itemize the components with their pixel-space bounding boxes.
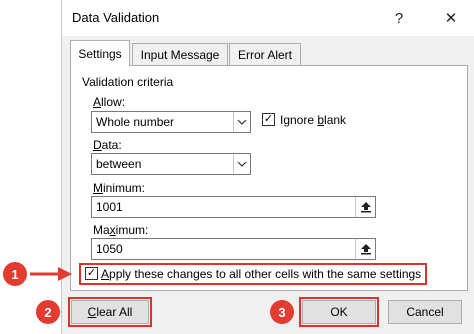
data-label: Data: [93,138,122,152]
apply-all-checkbox[interactable]: ✓ [85,267,98,280]
chevron-down-icon [237,119,247,125]
apply-all-label: Apply these changes to all other cells w… [101,267,422,281]
ignore-blank-checkbox[interactable]: ✓ [262,113,275,126]
maximum-label: Maximum: [93,223,149,237]
callout-badge-1: 1 [3,262,27,286]
tab-input-message[interactable]: Input Message [132,43,228,65]
range-select-icon [360,202,371,213]
check-icon: ✓ [263,113,274,125]
help-button[interactable]: ? [384,4,414,32]
allow-select-value: Whole number [96,115,175,129]
chevron-down-icon [237,161,247,167]
callout-badge-3: 3 [270,300,294,324]
minimum-collapse-button[interactable] [355,197,375,217]
data-select-value: between [96,157,142,171]
tab-error-alert-label: Error Alert [237,47,292,62]
arrow-right-icon [30,267,72,281]
settings-panel: Validation criteria Allow: Whole number … [70,65,468,291]
close-button[interactable]: ✕ [436,4,466,32]
maximum-collapse-button[interactable] [355,239,375,259]
allow-label: Allow: [93,95,126,109]
validation-criteria-heading: Validation criteria [82,75,174,89]
ignore-blank-label: Ignore blank [280,113,347,127]
clear-all-highlight [68,297,152,327]
allow-select[interactable]: Whole number [91,111,251,133]
help-icon: ? [394,9,404,27]
maximum-value: 1050 [96,242,123,256]
tab-error-alert[interactable]: Error Alert [229,43,301,65]
allow-dropdown-button[interactable] [233,112,250,132]
minimum-input[interactable]: 1001 [91,196,376,218]
title-bar: Data Validation ? ✕ [62,0,474,36]
data-validation-dialog: Data Validation ? ✕ Settings Input Messa… [62,0,474,334]
minimum-label: Minimum: [93,181,146,195]
maximum-input[interactable]: 1050 [91,238,376,260]
tab-input-message-label: Input Message [140,47,220,62]
dialog-title: Data Validation [72,10,160,25]
cancel-button[interactable]: Cancel [388,300,462,324]
tab-settings[interactable]: Settings [70,40,130,66]
check-icon: ✓ [86,267,97,279]
tab-settings-label: Settings [78,46,122,61]
data-dropdown-button[interactable] [233,154,250,174]
close-icon: ✕ [444,10,458,27]
range-select-icon [360,244,371,255]
minimum-value: 1001 [96,200,123,214]
callout-badge-2: 2 [36,300,60,324]
cancel-label: Cancel [406,305,444,319]
ok-highlight [299,297,379,327]
data-select[interactable]: between [91,153,251,175]
